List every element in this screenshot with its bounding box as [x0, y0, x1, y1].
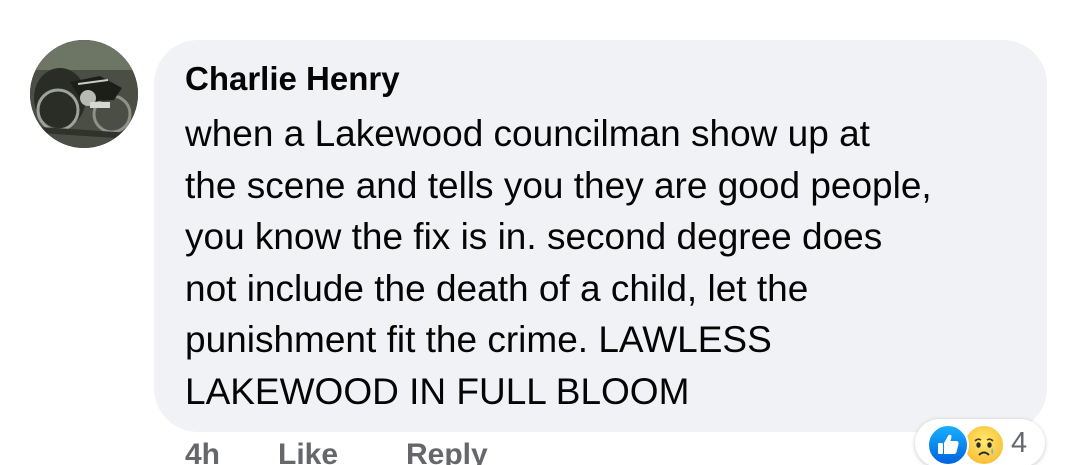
sad-reaction-icon [963, 424, 1005, 465]
reply-button[interactable]: Reply [406, 438, 488, 465]
thumbs-up-icon [938, 434, 959, 454]
comment-text-line: the scene and tells you they are good pe… [185, 164, 932, 206]
like-reaction-icon [927, 424, 969, 465]
comment-text-line: you know the fix is in. second degree do… [185, 216, 883, 257]
sad-face-icon [974, 438, 994, 456]
comment-text-line: when a Lakewood councilman show up at [185, 113, 870, 154]
motorcycle-avatar-icon [30, 40, 138, 148]
like-button[interactable]: Like [278, 438, 338, 465]
comment-author-name[interactable]: Charlie Henry [185, 58, 400, 100]
comment-text-line: LAKEWOOD IN FULL BLOOM [185, 370, 690, 412]
comment-timestamp[interactable]: 4h [185, 438, 220, 465]
comment-text-line: punishment fit the crime. LAWLESS [185, 319, 772, 360]
reaction-count: 4 [1011, 427, 1028, 459]
comment-text: when a Lakewood councilman show up at th… [185, 108, 1035, 417]
comment-text-line: not include the death of a child, let th… [185, 267, 809, 309]
reaction-summary[interactable]: 4 [915, 419, 1045, 465]
comment-thread: Charlie Henry when a Lakewood councilman… [0, 0, 1080, 465]
avatar[interactable] [30, 40, 138, 148]
